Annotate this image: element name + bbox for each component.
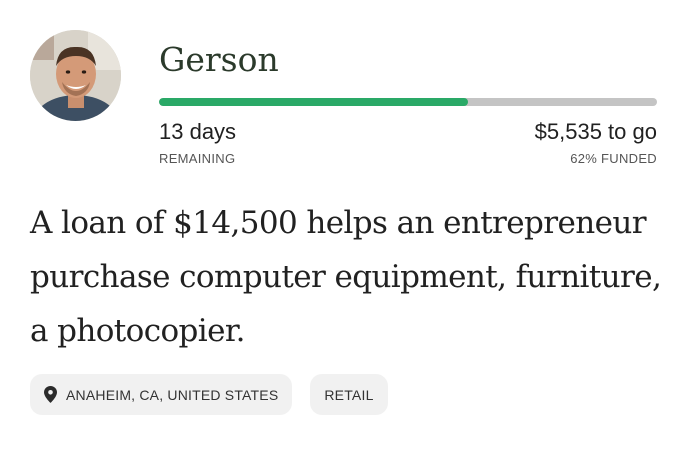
- borrower-photo: [30, 30, 121, 121]
- location-pin-icon: [44, 386, 57, 403]
- borrower-name[interactable]: Gerson: [159, 38, 279, 82]
- days-remaining-value: 13 days: [159, 119, 237, 144]
- location-tag-label: ANAHEIM, CA, UNITED STATES: [66, 386, 279, 403]
- days-remaining-label: REMAINING: [159, 151, 236, 166]
- loan-tags: ANAHEIM, CA, UNITED STATES RETAIL: [30, 374, 388, 415]
- loan-description[interactable]: A loan of $14,500 helps an entrepreneur …: [30, 196, 670, 358]
- borrower-avatar[interactable]: [30, 30, 121, 121]
- funding-progress-fill: [159, 98, 468, 106]
- percent-funded-label: 62% FUNDED: [570, 151, 657, 166]
- location-tag[interactable]: ANAHEIM, CA, UNITED STATES: [30, 374, 293, 415]
- sector-tag[interactable]: RETAIL: [310, 374, 388, 415]
- loan-card[interactable]: Gerson 13 days REMAINING $5,535 to go 62…: [0, 0, 688, 452]
- sector-tag-label: RETAIL: [324, 386, 374, 403]
- funding-progress-bar: [159, 98, 657, 106]
- amount-to-go-value: $5,535 to go: [534, 119, 657, 144]
